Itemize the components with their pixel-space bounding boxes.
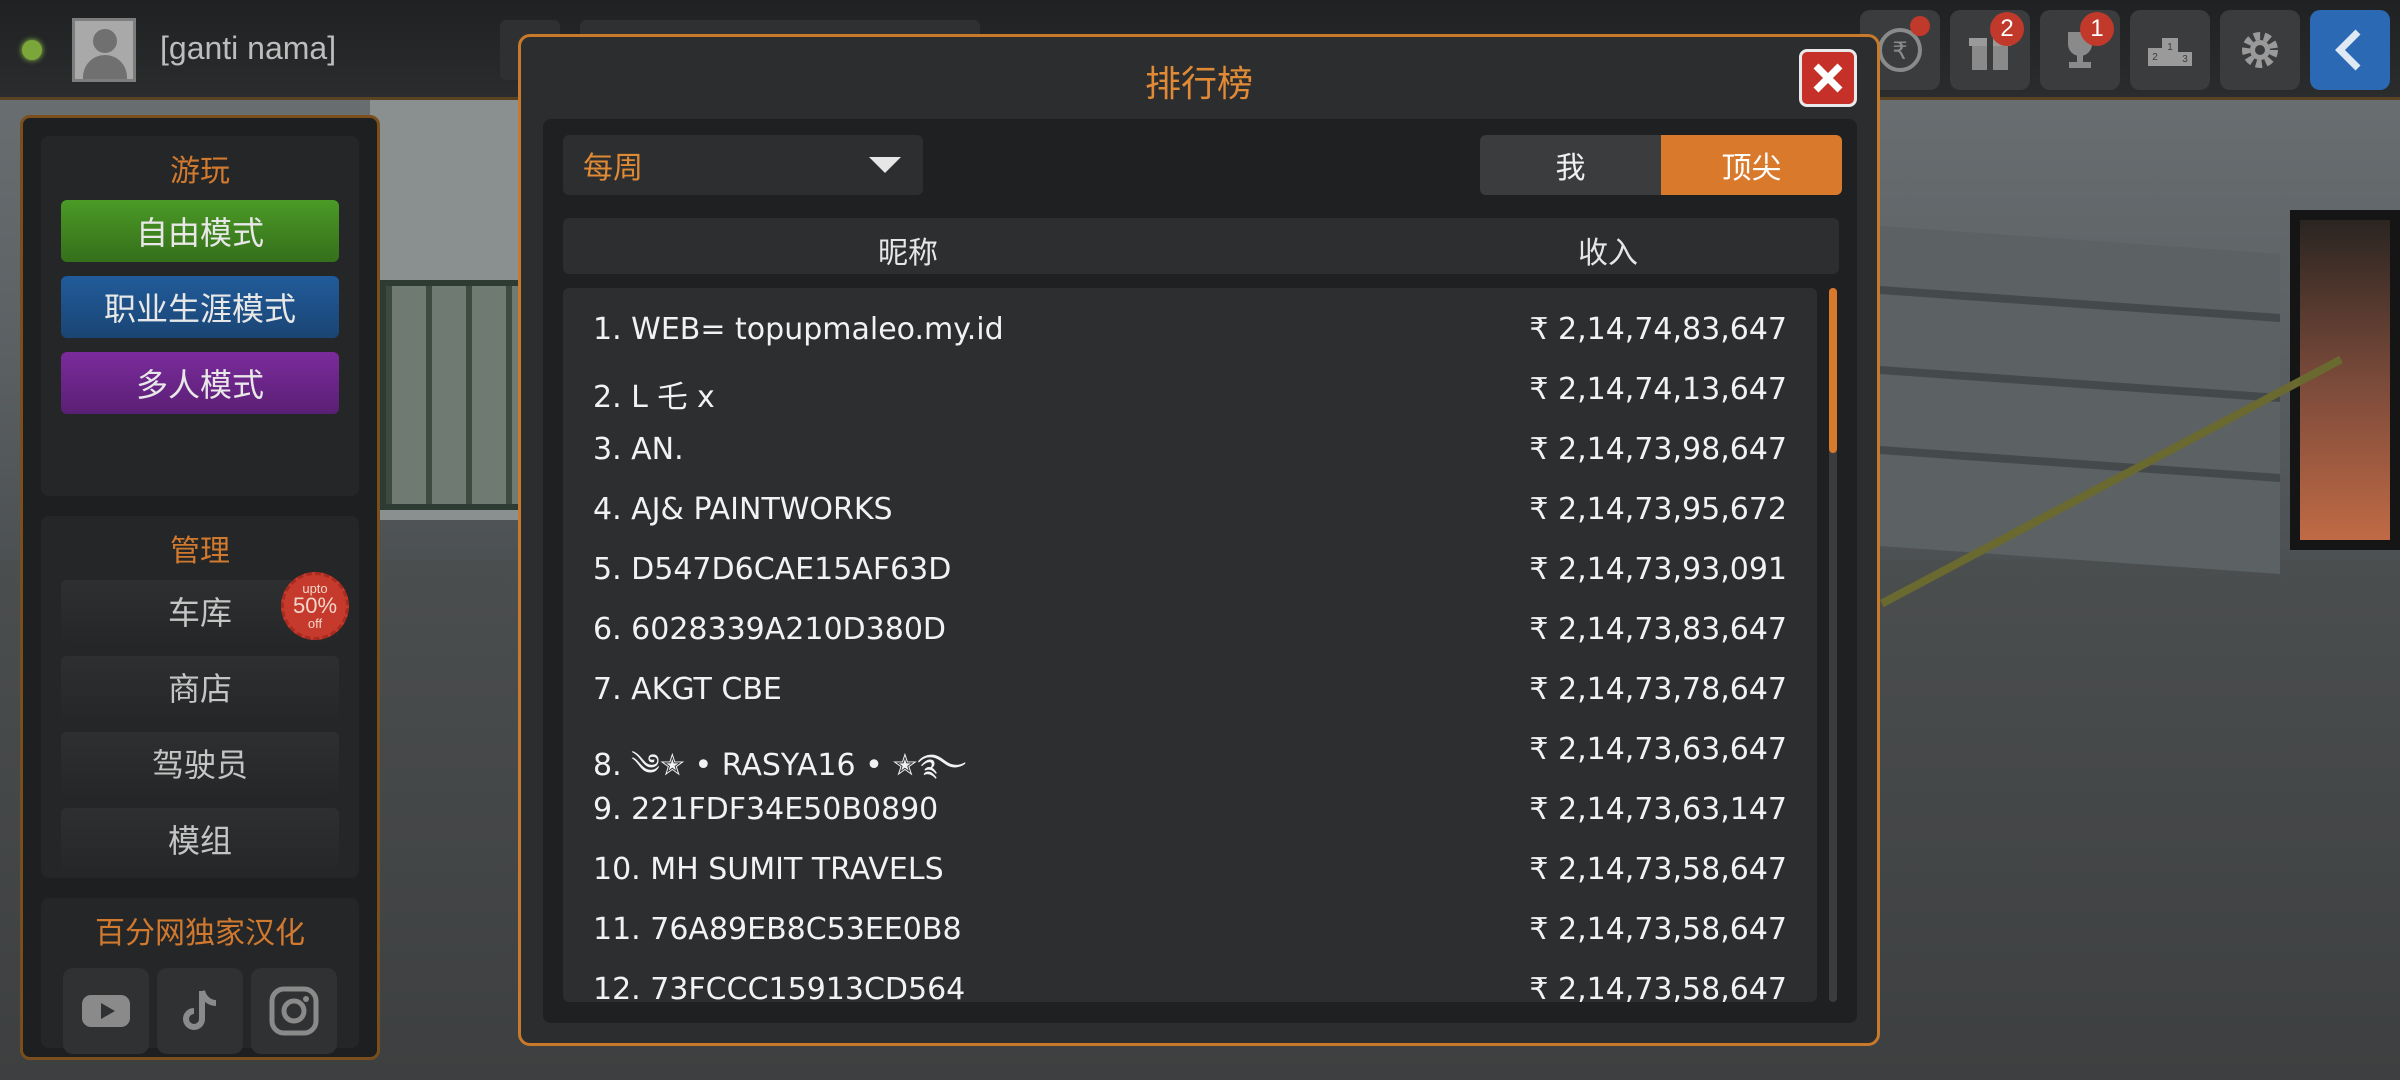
column-header-nickname: 昵称 <box>878 236 938 271</box>
scope-toggle: 我 顶尖 <box>1480 135 1842 195</box>
sale-badge: upto 50% off <box>281 572 349 640</box>
table-row[interactable]: 9. 221FDF34E50B0890 ₹ 2,14,73,63,147 <box>563 778 1817 838</box>
chevron-down-icon <box>869 157 901 173</box>
table-row[interactable]: 4. AJ& PAINTWORKS ₹ 2,14,73,95,672 <box>563 478 1817 538</box>
gift-icon[interactable]: 2 <box>1950 10 2030 90</box>
close-icon <box>1813 63 1843 93</box>
svg-text:1: 1 <box>2167 42 2173 53</box>
svg-text:2: 2 <box>2152 52 2158 63</box>
drivers-button[interactable]: 驾驶员 <box>61 732 339 794</box>
shelf-wall <box>1880 226 2280 574</box>
avatar[interactable] <box>72 18 136 82</box>
table-header: 昵称 收入 <box>563 218 1839 274</box>
trophy-badge: 1 <box>2080 12 2114 46</box>
table-row[interactable]: 7. AKGT CBE ₹ 2,14,73,78,647 <box>563 658 1817 718</box>
trophy-icon[interactable]: 1 <box>2040 10 2120 90</box>
rupee-badge <box>1910 16 1930 36</box>
table-row[interactable]: 11. 76A89EB8C53EE0B8 ₹ 2,14,73,58,647 <box>563 898 1817 958</box>
period-dropdown[interactable]: 每周 <box>563 135 923 195</box>
table-row[interactable]: 6. 6028339A210D380D ₹ 2,14,73,83,647 <box>563 598 1817 658</box>
manage-section: 管理 车库 upto 50% off 商店 驾驶员 模组 <box>41 516 359 878</box>
gear-icon[interactable] <box>2220 10 2300 90</box>
column-header-income: 收入 <box>1578 236 1638 271</box>
play-section: 游玩 自由模式 职业生涯模式 多人模式 <box>41 136 359 496</box>
instagram-icon[interactable] <box>251 968 337 1054</box>
online-status-dot <box>22 40 42 60</box>
svg-text:3: 3 <box>2182 54 2188 65</box>
multiplayer-button[interactable]: 多人模式 <box>61 352 339 414</box>
mods-button[interactable]: 模组 <box>61 808 339 870</box>
top-icon-bar: ₹ 2 1 123 <box>1860 10 2400 90</box>
back-arrow-icon[interactable] <box>2310 10 2390 90</box>
table-row[interactable]: 3. AN. ₹ 2,14,73,98,647 <box>563 418 1817 478</box>
main-menu-panel: 游玩 自由模式 职业生涯模式 多人模式 管理 车库 upto 50% off 商… <box>20 115 380 1060</box>
podium-icon[interactable]: 12 3 <box>2130 10 2210 90</box>
tiktok-icon[interactable] <box>157 968 243 1054</box>
credit-title: 百分网独家汉化 <box>95 917 305 950</box>
shop-button[interactable]: 商店 <box>61 656 339 718</box>
credit-section: 百分网独家汉化 <box>41 898 359 1054</box>
table-row[interactable]: 10. MH SUMIT TRAVELS ₹ 2,14,73,58,647 <box>563 838 1817 898</box>
tab-me[interactable]: 我 <box>1480 135 1661 195</box>
manage-section-title: 管理 <box>170 535 230 568</box>
gift-badge: 2 <box>1990 12 2024 46</box>
svg-text:₹: ₹ <box>1892 37 1907 65</box>
dialog-title: 排行榜 <box>1144 64 1253 105</box>
leaderboard-list[interactable]: 1. WEB= topupmaleo.my.id ₹ 2,14,74,83,647… <box>563 288 1817 1002</box>
period-value: 每周 <box>583 151 643 186</box>
table-row[interactable]: 8. ༄✭ • RASYA16 • ✭࿐ ₹ 2,14,73,63,647 <box>563 718 1817 783</box>
scrollbar-thumb[interactable] <box>1829 288 1837 453</box>
career-mode-button[interactable]: 职业生涯模式 <box>61 276 339 338</box>
close-button[interactable] <box>1799 49 1857 107</box>
tab-top[interactable]: 顶尖 <box>1661 135 1842 195</box>
table-row[interactable]: 5. D547D6CAE15AF63D ₹ 2,14,73,93,091 <box>563 538 1817 598</box>
free-mode-button[interactable]: 自由模式 <box>61 200 339 262</box>
youtube-icon[interactable] <box>63 968 149 1054</box>
table-row[interactable]: 2. L 乇 x ₹ 2,14,74,13,647 <box>563 358 1817 418</box>
table-row[interactable]: 12. 73FCCC15913CD564 ₹ 2,14,73,58,647 <box>563 958 1817 1002</box>
play-section-title: 游玩 <box>170 155 230 188</box>
table-row[interactable]: 1. WEB= topupmaleo.my.id ₹ 2,14,74,83,647 <box>563 298 1817 358</box>
player-name[interactable]: [ganti nama] <box>160 30 336 67</box>
social-links <box>61 962 339 1054</box>
